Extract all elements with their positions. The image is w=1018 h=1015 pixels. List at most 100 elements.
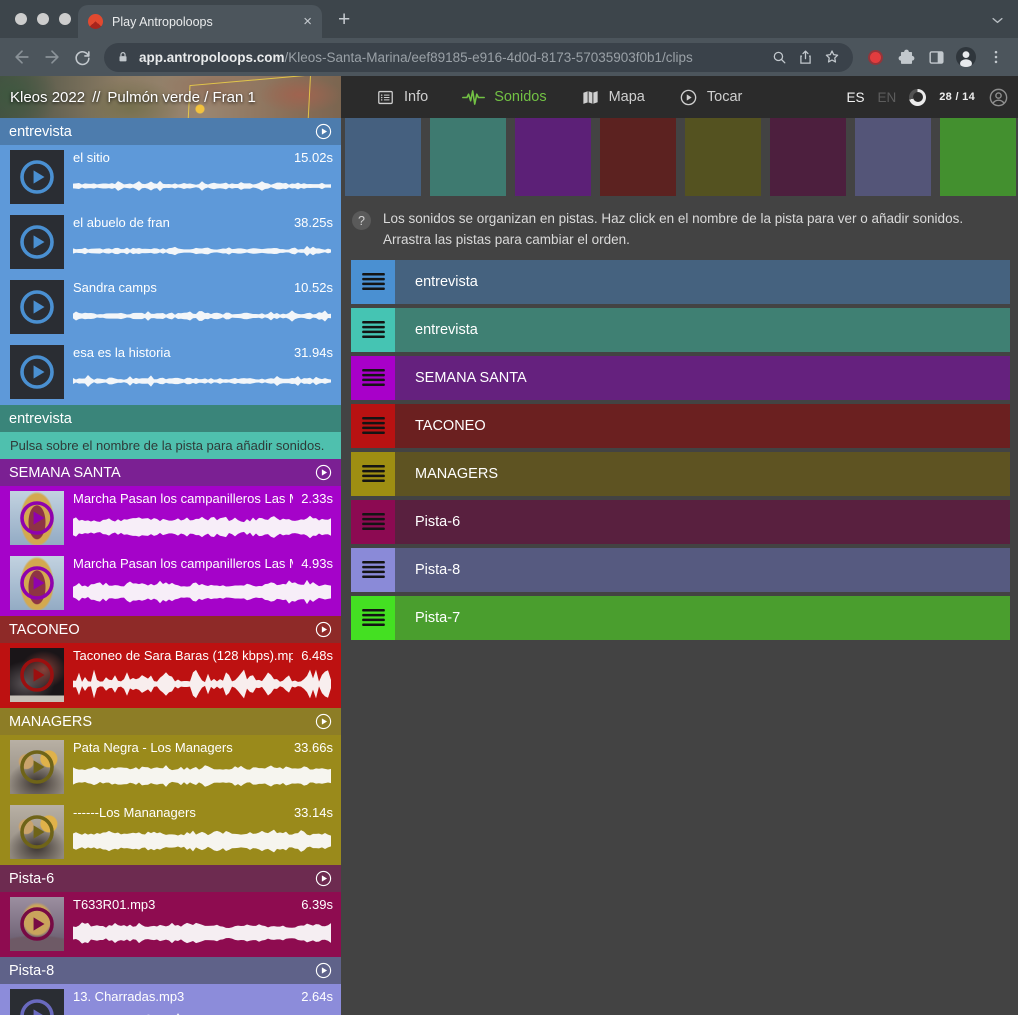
browser-menu-icon[interactable] [983, 44, 1009, 70]
track-drag-handle[interactable] [351, 548, 395, 592]
clip-item[interactable]: ------Los Mananagers33.14s [0, 800, 341, 865]
clip-play-button[interactable] [19, 289, 55, 325]
track-section-header[interactable]: SEMANA SANTA [0, 459, 341, 486]
track-row[interactable]: MANAGERS [351, 452, 1010, 496]
play-all-button[interactable] [315, 962, 332, 979]
play-all-button[interactable] [315, 621, 332, 638]
track-row[interactable]: entrevista [351, 260, 1010, 304]
track-row-body[interactable]: TACONEO [395, 404, 1010, 448]
track-row[interactable]: TACONEO [351, 404, 1010, 448]
account-icon[interactable] [988, 87, 1009, 108]
track-row-label: TACONEO [415, 418, 486, 434]
track-section-header[interactable]: Pista-8 [0, 957, 341, 984]
loading-progress-ring [909, 89, 926, 106]
clip-play-button[interactable] [19, 814, 55, 850]
browser-tab[interactable]: Play Antropoloops × [78, 5, 322, 38]
share-icon[interactable] [797, 49, 814, 66]
track-row-body[interactable]: entrevista [395, 260, 1010, 304]
clip-item[interactable]: 13. Charradas.mp32.64s [0, 984, 341, 1015]
track-section-header[interactable]: entrevista [0, 405, 341, 432]
clip-play-button[interactable] [19, 657, 55, 693]
bookmark-star-icon[interactable] [823, 48, 841, 66]
clip-play-button[interactable] [19, 998, 55, 1015]
lock-icon[interactable] [116, 50, 130, 64]
clip-item[interactable]: el abuelo de fran38.25s [0, 210, 341, 275]
clip-item[interactable]: Marcha Pasan los campanilleros Las Mejor… [0, 551, 341, 616]
clip-play-button[interactable] [19, 500, 55, 536]
nav-sonidos[interactable]: Sonidos [445, 76, 563, 118]
track-section-header[interactable]: TACONEO [0, 616, 341, 643]
clip-body: Sandra camps10.52s [73, 280, 333, 340]
clip-play-button[interactable] [19, 565, 55, 601]
track-section-name: SEMANA SANTA [9, 465, 121, 481]
reload-button[interactable] [69, 44, 95, 70]
clip-play-button[interactable] [19, 224, 55, 260]
nav-tocar[interactable]: Tocar [662, 76, 759, 118]
track-row[interactable]: SEMANA SANTA [351, 356, 1010, 400]
track-drag-handle[interactable] [351, 596, 395, 640]
lang-en-button[interactable]: EN [877, 90, 896, 105]
track-row-body[interactable]: entrevista [395, 308, 1010, 352]
track-color-square [345, 118, 421, 196]
track-row[interactable]: Pista-6 [351, 500, 1010, 544]
zoom-magnifier-icon[interactable] [771, 49, 788, 66]
record-extension-icon[interactable] [868, 50, 883, 65]
track-drag-handle[interactable] [351, 404, 395, 448]
track-row-body[interactable]: SEMANA SANTA [395, 356, 1010, 400]
window-zoom-button[interactable] [59, 13, 71, 25]
track-list: entrevistaentrevistaSEMANA SANTATACONEOM… [351, 260, 1010, 640]
clip-play-button[interactable] [19, 159, 55, 195]
track-row-body[interactable]: Pista-7 [395, 596, 1010, 640]
track-drag-handle[interactable] [351, 356, 395, 400]
clip-item[interactable]: T633R01.mp36.39s [0, 892, 341, 957]
track-section-header[interactable]: Pista-6 [0, 865, 341, 892]
track-row[interactable]: Pista-8 [351, 548, 1010, 592]
track-row[interactable]: Pista-7 [351, 596, 1010, 640]
site-favicon-icon [88, 14, 103, 29]
clip-item[interactable]: Taconeo de Sara Baras (128 kbps).mp36.48… [0, 643, 341, 708]
side-panel-icon[interactable] [923, 44, 949, 70]
track-drag-handle[interactable] [351, 452, 395, 496]
play-all-button[interactable] [315, 713, 332, 730]
clip-item[interactable]: esa es la historia31.94s [0, 340, 341, 405]
track-row[interactable]: entrevista [351, 308, 1010, 352]
nav-label: Sonidos [494, 89, 546, 105]
new-tab-button[interactable]: + [338, 9, 350, 30]
track-section-header[interactable]: MANAGERS [0, 708, 341, 735]
project-hero[interactable]: Kleos 2022//Pulmón verde / Fran 1 [0, 76, 341, 118]
clip-item[interactable]: Pata Negra - Los Managers33.66s [0, 735, 341, 800]
back-button[interactable] [9, 44, 35, 70]
track-drag-handle[interactable] [351, 260, 395, 304]
track-drag-handle[interactable] [351, 308, 395, 352]
clip-thumbnail [10, 215, 64, 269]
track-row-body[interactable]: MANAGERS [395, 452, 1010, 496]
profile-avatar[interactable] [953, 44, 979, 70]
clip-waveform [73, 577, 333, 607]
clip-item[interactable]: el sitio15.02s [0, 145, 341, 210]
play-all-button[interactable] [315, 870, 332, 887]
tab-search-chevron-icon[interactable] [990, 13, 1005, 28]
url-text[interactable]: app.antropoloops.com/Kleos-Santa-Marina/… [139, 50, 762, 65]
track-row-body[interactable]: Pista-8 [395, 548, 1010, 592]
extensions-puzzle-icon[interactable] [893, 44, 919, 70]
clip-item[interactable]: Marcha Pasan los campanilleros Las Mejor… [0, 486, 341, 551]
track-drag-handle[interactable] [351, 500, 395, 544]
clip-play-button[interactable] [19, 749, 55, 785]
play-all-button[interactable] [315, 123, 332, 140]
clip-play-button[interactable] [19, 354, 55, 390]
clip-item[interactable]: Sandra camps10.52s [0, 275, 341, 340]
track-row-body[interactable]: Pista-6 [395, 500, 1010, 544]
nav-mapa[interactable]: Mapa [564, 76, 662, 118]
play-all-button[interactable] [315, 464, 332, 481]
clip-play-button[interactable] [19, 906, 55, 942]
window-close-button[interactable] [15, 13, 27, 25]
tab-close-icon[interactable]: × [303, 14, 312, 29]
window-minimize-button[interactable] [37, 13, 49, 25]
forward-button[interactable] [39, 44, 65, 70]
nav-info[interactable]: Info [359, 76, 445, 118]
address-bar[interactable]: app.antropoloops.com/Kleos-Santa-Marina/… [104, 43, 853, 72]
track-section-header[interactable]: entrevista [0, 118, 341, 145]
window-controls [15, 13, 71, 25]
lang-es-button[interactable]: ES [846, 90, 864, 105]
clip-title: Marcha Pasan los campanilleros Las Mejor… [73, 491, 293, 506]
